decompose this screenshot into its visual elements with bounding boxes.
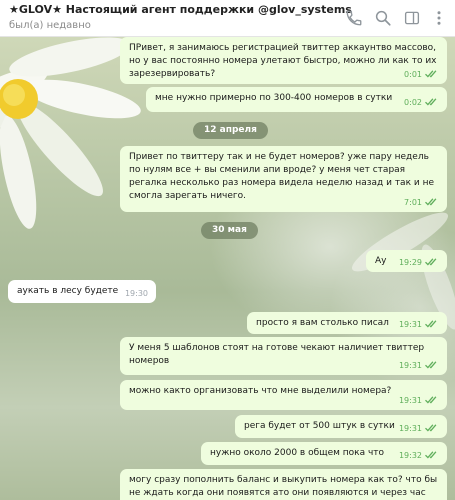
message-time: 0:02 xyxy=(404,98,422,107)
message-text: можно както организовать что мне выделил… xyxy=(129,386,392,396)
message-meta: 19:30 xyxy=(125,287,148,300)
message-time: 19:29 xyxy=(398,258,422,267)
message-time: 19:31 xyxy=(398,361,422,370)
message-meta: 19:29 xyxy=(399,256,439,269)
message-outgoing[interactable]: просто я вам столько писал 19:31 xyxy=(247,312,447,334)
message-time: 0:01 xyxy=(404,70,422,79)
double-check-icon xyxy=(425,361,439,369)
date-separator: 12 апреля xyxy=(193,122,268,139)
message-meta: 19:31 xyxy=(399,394,439,407)
message-outgoing[interactable]: ПРивет, я занимаюсь регистрацией твиттер… xyxy=(120,37,447,84)
message-meta: 19:31 xyxy=(399,318,439,331)
message-outgoing[interactable]: Привет по твиттеру так и не будет номеро… xyxy=(120,146,447,212)
double-check-icon xyxy=(425,424,439,432)
double-check-icon xyxy=(425,98,439,106)
message-meta: 0:01 xyxy=(404,68,439,81)
message-meta: 0:02 xyxy=(404,96,439,109)
message-text: могу сразу пополнить баланс и выкупить н… xyxy=(129,475,438,498)
chat-header: ★GLOV★ Настоящий агент поддержки @glov_s… xyxy=(0,0,455,37)
message-meta: 19:31 xyxy=(399,422,439,435)
double-check-icon xyxy=(425,258,439,266)
message-time: 19:31 xyxy=(398,320,422,329)
message-meta: 19:31 xyxy=(399,359,439,372)
phone-icon[interactable] xyxy=(345,9,363,27)
double-check-icon xyxy=(425,70,439,78)
message-outgoing[interactable]: мне нужно примерно по 300-400 номеров в … xyxy=(146,87,447,112)
message-time: 19:30 xyxy=(124,289,148,298)
double-check-icon xyxy=(425,320,439,328)
more-vertical-icon[interactable] xyxy=(430,9,448,27)
chat-status: был(а) недавно xyxy=(9,20,91,31)
message-text: мне нужно примерно по 300-400 номеров в … xyxy=(155,93,393,103)
double-check-icon xyxy=(425,396,439,404)
message-text: ПРивет, я занимаюсь регистрацией твиттер… xyxy=(129,43,437,79)
message-outgoing[interactable]: можно както организовать что мне выделил… xyxy=(120,380,447,410)
double-check-icon xyxy=(425,198,439,206)
sidebar-toggle-icon[interactable] xyxy=(403,9,421,27)
chat-background[interactable]: ПРивет, я занимаюсь регистрацией твиттер… xyxy=(0,37,455,500)
message-time: 19:32 xyxy=(398,451,422,460)
message-outgoing[interactable]: У меня 5 шаблонов стоят на готове чекают… xyxy=(120,337,447,375)
message-time: 7:01 xyxy=(404,198,422,207)
chat-title[interactable]: ★GLOV★ Настоящий агент поддержки @glov_s… xyxy=(9,3,352,16)
date-separator: 30 мая xyxy=(201,222,258,239)
message-outgoing[interactable]: Ау 19:29 xyxy=(366,250,447,272)
message-outgoing[interactable]: могу сразу пополнить баланс и выкупить н… xyxy=(120,469,447,500)
double-check-icon xyxy=(425,451,439,459)
message-meta: 19:32 xyxy=(399,449,439,462)
message-time: 19:31 xyxy=(398,424,422,433)
message-text: У меня 5 шаблонов стоят на готове чекают… xyxy=(129,343,425,366)
message-time: 19:31 xyxy=(398,396,422,405)
message-outgoing[interactable]: рега будет от 500 штук в сутки 19:31 xyxy=(235,415,447,438)
message-meta: 7:01 xyxy=(404,196,439,209)
message-text: Привет по твиттеру так и не будет номеро… xyxy=(129,152,435,201)
message-incoming[interactable]: аукать в лесу будете 19:30 xyxy=(8,280,156,303)
message-outgoing[interactable]: нужно около 2000 в общем пока что 19:32 xyxy=(201,442,447,465)
search-icon[interactable] xyxy=(374,9,392,27)
